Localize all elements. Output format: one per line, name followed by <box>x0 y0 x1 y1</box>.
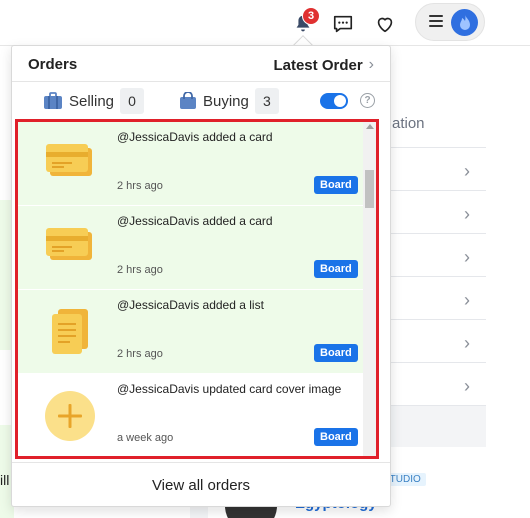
notifications-list-frame: @JessicaDavis added a card 2 hrs ago Boa… <box>15 119 379 459</box>
help-icon[interactable]: ? <box>360 93 375 108</box>
notification-text: @JessicaDavis added a card <box>117 130 273 144</box>
orders-toggle[interactable] <box>320 93 348 109</box>
background-list-row[interactable]: › <box>390 190 486 233</box>
chevron-right-icon: › <box>464 290 470 310</box>
menu-icon <box>429 15 443 29</box>
notification-time: 2 hrs ago <box>117 180 163 192</box>
buying-filter[interactable]: Buying 3 <box>179 88 279 114</box>
background-band <box>390 405 486 447</box>
notification-item[interactable]: @JessicaDavis updated card cover image a… <box>18 374 363 456</box>
shopping-bag-icon <box>180 92 196 109</box>
scroll-up-arrow-icon[interactable] <box>366 124 374 129</box>
background-list-row[interactable]: › <box>390 233 486 276</box>
orders-title: Orders <box>28 56 78 73</box>
notification-item[interactable]: @JessicaDavis added a card 2 hrs ago Boa… <box>18 122 363 206</box>
notification-count-badge: 3 <box>302 7 320 25</box>
buying-label: Buying <box>203 92 249 110</box>
board-badge[interactable]: Board <box>314 428 358 446</box>
background-list-row[interactable]: › <box>390 276 486 319</box>
briefcase-icon <box>44 92 62 109</box>
chevron-right-icon: › <box>464 204 470 224</box>
top-navigation-bar: 3 <box>0 0 530 46</box>
notification-time: 2 hrs ago <box>117 348 163 360</box>
latest-order-label: Latest Order <box>273 56 363 74</box>
list-scrollbar[interactable] <box>363 122 376 456</box>
background-list-row[interactable]: › <box>390 147 486 190</box>
chevron-right-icon: › <box>464 376 470 396</box>
background-section-header: ation <box>392 115 425 132</box>
heart-icon[interactable] <box>370 9 400 39</box>
chevron-right-icon: › <box>464 247 470 267</box>
plus-circle-icon <box>44 390 96 442</box>
chat-icon[interactable] <box>328 9 358 39</box>
notification-item[interactable]: @JessicaDavis added a card 2 hrs ago Boa… <box>18 206 363 290</box>
notification-text: @JessicaDavis added a list <box>117 298 264 312</box>
list-icon <box>44 306 96 358</box>
user-menu-button[interactable] <box>415 3 485 41</box>
orders-filter-bar: Selling 0 Buying 3 ? <box>12 82 390 120</box>
background-list-row[interactable]: › <box>390 362 486 405</box>
orders-dropdown: Orders Latest Order › Selling 0 Buying 3… <box>11 45 391 507</box>
view-all-orders-button[interactable]: View all orders <box>12 462 390 506</box>
background-list-row[interactable]: › <box>390 319 486 362</box>
scroll-thumb[interactable] <box>365 170 374 208</box>
card-icon <box>44 222 96 274</box>
background-partial-text: ill <box>0 472 10 488</box>
notification-time: a week ago <box>117 432 174 444</box>
avatar-flame-icon <box>451 9 478 36</box>
notifications-list: @JessicaDavis added a card 2 hrs ago Boa… <box>18 122 363 456</box>
chevron-right-icon: › <box>464 333 470 353</box>
card-icon <box>44 138 96 190</box>
toggle-knob <box>334 95 346 107</box>
latest-order-link[interactable]: Latest Order › <box>273 56 374 74</box>
chevron-right-icon: › <box>464 161 470 181</box>
notification-text: @JessicaDavis updated card cover image <box>117 382 342 396</box>
board-badge[interactable]: Board <box>314 176 358 194</box>
board-badge[interactable]: Board <box>314 344 358 362</box>
selling-label: Selling <box>69 92 115 110</box>
notification-item[interactable]: @JessicaDavis added a list 2 hrs ago Boa… <box>18 290 363 374</box>
chevron-right-icon: › <box>368 56 374 73</box>
notification-time: 2 hrs ago <box>117 264 163 276</box>
board-badge[interactable]: Board <box>314 260 358 278</box>
orders-header: Orders Latest Order › <box>12 46 390 82</box>
selling-count: 0 <box>120 88 145 114</box>
notification-text: @JessicaDavis added a card <box>117 214 273 228</box>
buying-count: 3 <box>254 88 279 114</box>
selling-filter[interactable]: Selling 0 <box>43 88 145 114</box>
